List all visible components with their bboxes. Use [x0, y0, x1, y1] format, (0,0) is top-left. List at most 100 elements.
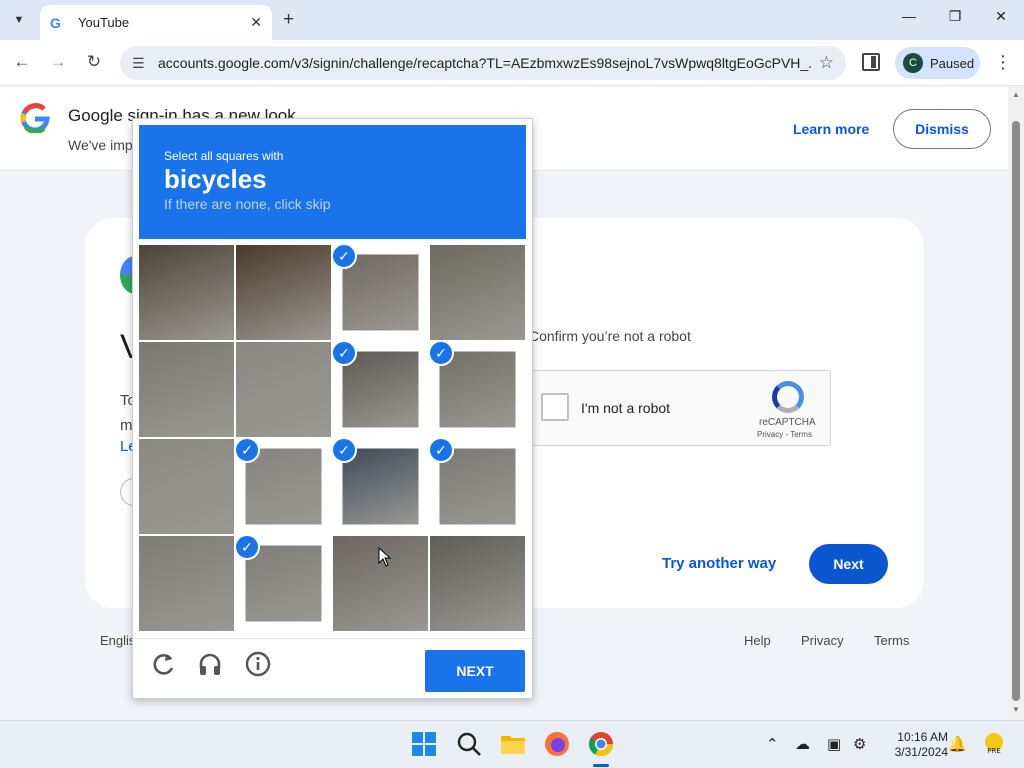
- svg-text:PRE: PRE: [987, 747, 1001, 755]
- challenge-next-button[interactable]: NEXT: [425, 650, 525, 692]
- minimize-icon[interactable]: —: [894, 8, 924, 24]
- address-bar[interactable]: ☰ accounts.google.com/v3/signin/challeng…: [120, 46, 846, 80]
- next-button[interactable]: Next: [809, 544, 888, 584]
- tile-image: [342, 448, 419, 525]
- google-logo-icon: [20, 103, 50, 141]
- tile-image: [245, 545, 322, 622]
- footer-privacy-link[interactable]: Privacy: [801, 633, 844, 648]
- windows-start-icon[interactable]: [410, 730, 440, 760]
- search-icon[interactable]: [455, 730, 485, 760]
- clock-date: 3/31/2024: [894, 745, 948, 759]
- recaptcha-label: I'm not a robot: [581, 400, 671, 416]
- try-another-way-button[interactable]: Try another way: [662, 555, 776, 572]
- bookmark-star-icon[interactable]: ☆: [819, 53, 834, 73]
- network-volume-icon[interactable]: ⚙: [853, 735, 866, 753]
- tab-title: YouTube: [78, 15, 130, 30]
- footer-terms-link[interactable]: Terms: [874, 633, 909, 648]
- captcha-tile[interactable]: [139, 536, 234, 631]
- challenge-hint: If there are none, click skip: [164, 196, 331, 212]
- captcha-tile[interactable]: [236, 245, 331, 340]
- challenge-grid: ✓ ✓ ✓ ✓ ✓ ✓ ✓: [139, 245, 526, 632]
- forward-icon[interactable]: →: [47, 52, 69, 72]
- close-tab-icon[interactable]: ✕: [250, 14, 262, 31]
- dismiss-button[interactable]: Dismiss: [893, 109, 991, 149]
- active-app-indicator: [593, 764, 609, 767]
- tile-image: [342, 254, 419, 331]
- back-icon[interactable]: ←: [11, 52, 33, 72]
- language-selector[interactable]: Englis: [100, 633, 135, 648]
- tile-image: [430, 536, 525, 631]
- close-window-icon[interactable]: ✕: [986, 8, 1016, 25]
- recaptcha-brand: reCAPTCHA: [759, 417, 816, 428]
- tab-bar: ▼ G YouTube ✕ + — ❐ ✕: [0, 0, 1024, 40]
- site-info-icon[interactable]: ☰: [132, 55, 154, 72]
- captcha-tile[interactable]: ✓: [333, 342, 428, 437]
- audio-headphones-icon[interactable]: [197, 651, 223, 677]
- recaptcha-privacy-terms[interactable]: Privacy - Terms: [757, 430, 812, 439]
- info-icon[interactable]: [245, 651, 271, 677]
- tile-image: [430, 245, 525, 340]
- tile-image: [139, 439, 234, 534]
- menu-kebab-icon[interactable]: ⋮: [994, 52, 1012, 73]
- tile-image: [236, 245, 331, 340]
- preview-badge-icon[interactable]: PRE: [983, 731, 1005, 759]
- reload-page-icon[interactable]: ↻: [83, 52, 105, 72]
- captcha-tile[interactable]: [236, 342, 331, 437]
- captcha-tile[interactable]: [139, 342, 234, 437]
- new-tab-icon[interactable]: +: [283, 9, 294, 31]
- captcha-tile[interactable]: [139, 245, 234, 340]
- captcha-tile[interactable]: ✓: [333, 245, 428, 340]
- captcha-tile[interactable]: [430, 536, 525, 631]
- tile-image: [439, 351, 516, 428]
- clock-time: 10:16 AM: [897, 730, 948, 744]
- tile-image: [245, 448, 322, 525]
- avatar: C: [903, 53, 923, 73]
- challenge-footer: NEXT: [133, 638, 532, 698]
- scroll-up-icon[interactable]: ▲: [1012, 90, 1020, 99]
- page-scrollbar[interactable]: ▲ ▼: [1008, 87, 1024, 720]
- tile-image: [236, 342, 331, 437]
- onedrive-offline-icon[interactable]: ☁: [795, 735, 810, 753]
- banner-subtitle: We've imp: [68, 137, 133, 153]
- firefox-icon[interactable]: [543, 730, 573, 760]
- browser-toolbar: ← → ↻ ☰ accounts.google.com/v3/signin/ch…: [0, 40, 1024, 86]
- profile-status: Paused: [930, 55, 975, 71]
- notification-bell-icon[interactable]: 🔔: [948, 735, 967, 753]
- system-clock[interactable]: 10:16 AM 3/31/2024: [882, 730, 948, 760]
- tile-image: [139, 536, 234, 631]
- captcha-tile[interactable]: ✓: [430, 342, 525, 437]
- footer-help-link[interactable]: Help: [744, 633, 771, 648]
- recaptcha-widget: I'm not a robot reCAPTCHA Privacy - Term…: [528, 370, 831, 446]
- tile-image: [139, 245, 234, 340]
- google-favicon-icon: G: [50, 14, 61, 31]
- side-panel-icon[interactable]: [862, 53, 880, 71]
- display-icon[interactable]: ▣: [827, 735, 841, 753]
- learn-more-link[interactable]: Learn more: [793, 121, 869, 137]
- restore-icon[interactable]: ❐: [940, 8, 970, 25]
- windows-taskbar: ⌃ ☁ ▣ ⚙ 10:16 AM 3/31/2024 🔔 PRE: [0, 720, 1024, 768]
- recaptcha-checkbox[interactable]: [541, 393, 569, 421]
- url-text: accounts.google.com/v3/signin/challenge/…: [158, 55, 811, 71]
- tile-image: [342, 351, 419, 428]
- recaptcha-logo-icon: [772, 381, 804, 413]
- tab-youtube[interactable]: G YouTube ✕: [40, 5, 272, 40]
- profile-button[interactable]: C Paused: [895, 47, 980, 79]
- challenge-target: bicycles: [164, 164, 267, 194]
- challenge-header: Select all squares with bicycles If ther…: [139, 125, 526, 239]
- captcha-tile[interactable]: [430, 245, 525, 340]
- show-hidden-icons-icon[interactable]: ⌃: [766, 735, 779, 753]
- reload-icon[interactable]: [151, 651, 177, 677]
- captcha-tile[interactable]: ✓: [236, 439, 331, 534]
- tab-search-dropdown-icon[interactable]: ▼: [6, 8, 32, 32]
- tile-image: [439, 448, 516, 525]
- scroll-down-icon[interactable]: ▼: [1012, 705, 1020, 714]
- tile-image: [139, 342, 234, 437]
- chrome-icon[interactable]: [587, 730, 617, 760]
- captcha-tile[interactable]: ✓: [236, 536, 331, 631]
- captcha-tile[interactable]: [139, 439, 234, 534]
- captcha-tile[interactable]: ✓: [333, 439, 428, 534]
- captcha-tile[interactable]: ✓: [430, 439, 525, 534]
- file-explorer-icon[interactable]: [499, 730, 529, 760]
- confirm-robot-text: Confirm you’re not a robot: [529, 328, 691, 344]
- scroll-thumb[interactable]: [1012, 121, 1020, 701]
